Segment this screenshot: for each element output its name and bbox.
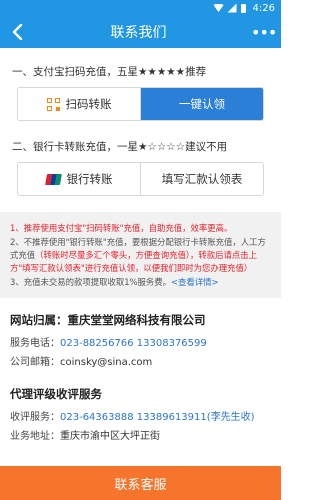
contact-support-button[interactable]: 联系客服 [0,466,281,500]
section-alipay-title: 一、支付宝扫码充值，五星★★★★★推荐 [12,66,207,78]
agency-phone-row: 收评服务：023-64363888 13389613911(李先生收) [10,408,271,427]
agency-heading: 代理评级收评服务 [10,387,102,401]
battery-icon [240,3,246,13]
view-details-link[interactable]: <查看详情> [171,277,219,287]
unionpay-icon [44,173,62,185]
one-click-claim-label: 一键认领 [179,97,225,111]
back-button[interactable] [8,23,26,41]
alipay-button-row: 扫码转账 一键认领 [17,87,264,121]
agency-phone-label: 收评服务： [10,412,60,423]
status-time: 4:26 [252,2,275,14]
scan-transfer-label: 扫码转账 [65,97,112,111]
remittance-claim-form-label: 填写汇款认领表 [161,172,243,186]
service-phone-row: 服务电话：023-88256766 13308376599 [10,334,271,353]
qr-code-icon [46,97,60,111]
email-label: 公司邮箱： [10,357,60,368]
note-3-text: 3、充值未交易的款项提取收取1%服务费。 [10,277,171,287]
company-label: 网站归属： [10,313,68,327]
notes-panel: 1、推荐使用支付宝"扫码转账"充值，自助充值，效率更高。 2、不推荐使用"银行转… [0,212,281,298]
company-heading: 网站归属：重庆堂堂网络科技有限公司 [10,312,271,328]
email-value: coinsky@sina.com [60,357,153,368]
one-click-claim-button[interactable]: 一键认领 [140,88,263,120]
toolbar: 联系我们 ••• [0,16,281,48]
company-info: 网站归属：重庆堂堂网络科技有限公司 服务电话：023-88256766 1330… [0,312,281,446]
content-scroll[interactable]: 一、支付宝扫码充值，五星★★★★★推荐 扫码转账 一键认领 二、银行卡转账充值，… [0,48,281,466]
note-2-highlight: （转账时尽量多汇个零头，方便查询充值），转款后请点击上方"填写汇款认领表"进行充… [10,250,258,273]
section-bank-title: 二、银行卡转账充值，一星★☆☆☆☆建议不用 [12,141,228,153]
scan-transfer-button[interactable]: 扫码转账 [18,88,140,120]
note-2: 2、不推荐使用"银行转账"充值，要根据分配银行卡转账充值，人工方式充值（转账时尽… [10,236,273,275]
agency-address-row: 业务地址：重庆市渝中区大坪正街 [10,427,271,446]
signal-icon [227,3,237,13]
bank-transfer-label: 银行转账 [66,172,113,186]
agency-address-label: 业务地址： [10,431,60,442]
bank-button-row: 银行转账 填写汇款认领表 [17,162,264,196]
bank-transfer-button[interactable]: 银行转账 [18,163,140,195]
agency-phone-link[interactable]: 023-64363888 13389613911(李先生收) [60,412,255,423]
wifi-icon [213,4,224,12]
agency-address-value: 重庆市渝中区大坪正街 [60,431,160,442]
page-title: 联系我们 [110,25,167,41]
more-options-button[interactable]: ••• [251,23,277,42]
chevron-left-icon [12,24,23,40]
status-bar: 4:26 [0,0,281,16]
email-row: 公司邮箱：coinsky@sina.com [10,353,271,372]
note-1: 1、推荐使用支付宝"扫码转账"充值，自助充值，效率更高。 [10,223,233,233]
note-3: 3、充值未交易的款项提取收取1%服务费。<查看详情> [10,276,273,289]
service-phone-label: 服务电话： [10,338,60,349]
company-name: 重庆堂堂网络科技有限公司 [67,313,206,327]
remittance-claim-form-button[interactable]: 填写汇款认领表 [140,163,263,195]
service-phone-link[interactable]: 023-88256766 13308376599 [60,338,207,349]
